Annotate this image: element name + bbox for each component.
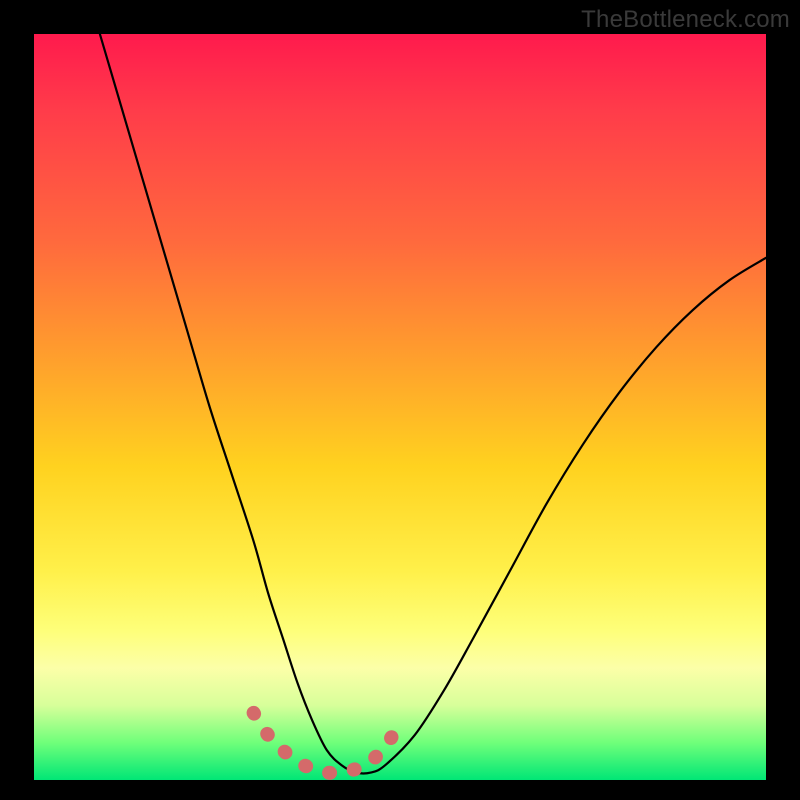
- bottleneck-curve: [100, 34, 766, 773]
- curve-layer: [34, 34, 766, 780]
- watermark-text: TheBottleneck.com: [581, 6, 790, 34]
- chart-frame: TheBottleneck.com: [0, 0, 800, 800]
- plot-area: [34, 34, 766, 780]
